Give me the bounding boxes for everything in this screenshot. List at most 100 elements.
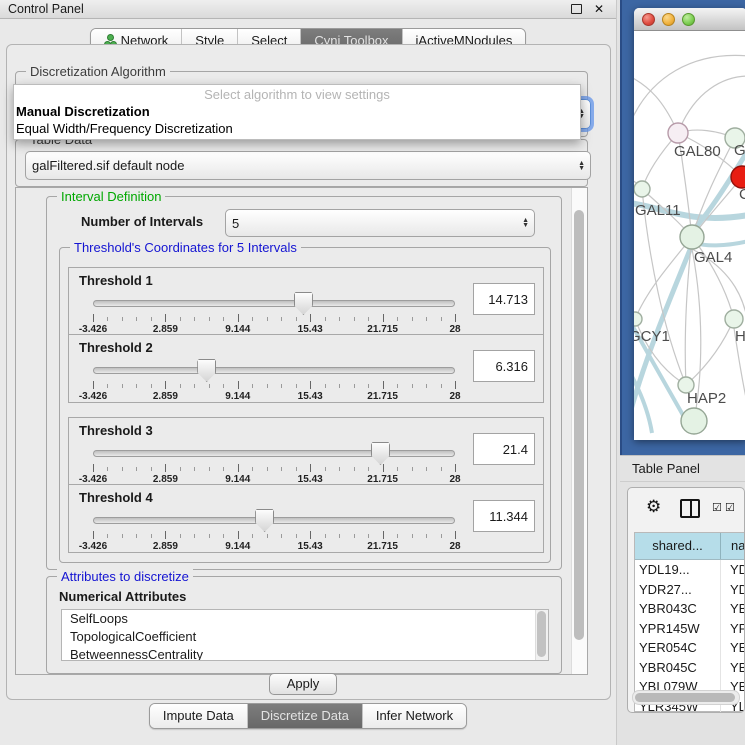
attribute-item-betweennesscentrality[interactable]: BetweennessCentrality: [62, 646, 548, 661]
threshold-slider-1[interactable]: -3.4262.8599.14415.4321.71528: [93, 292, 455, 332]
tick-mark: [252, 467, 253, 471]
tick-mark: [267, 317, 268, 321]
table-row[interactable]: YBR043CYBR0: [635, 599, 745, 619]
tick-mark: [354, 534, 355, 538]
tick-mark: [165, 381, 166, 389]
cell-shared-name: YPR145W: [635, 619, 721, 639]
gear-icon[interactable]: ⚙: [646, 497, 661, 517]
tick-mark: [397, 534, 398, 538]
settings-vertical-scrollbar[interactable]: [571, 188, 587, 674]
columns-icon[interactable]: [680, 499, 700, 518]
threshold-value-field[interactable]: 21.4: [473, 433, 535, 465]
table-row[interactable]: YER054CYER0: [635, 638, 745, 658]
slider-thumb[interactable]: [255, 509, 274, 532]
interval-definition-group-title: Interval Definition: [57, 189, 165, 204]
close-icon[interactable]: ✕: [594, 0, 604, 18]
tab-discretize-data[interactable]: Discretize Data: [248, 704, 363, 728]
table-row[interactable]: YDR27...YDR2: [635, 580, 745, 600]
tick-mark: [194, 467, 195, 471]
tick-mark: [180, 534, 181, 538]
node-label-ga: GA: [734, 142, 745, 159]
minimize-traffic-light-icon[interactable]: [662, 13, 675, 26]
tick-mark: [368, 534, 369, 538]
algorithm-item-manual-discretization[interactable]: Manual Discretization: [14, 103, 580, 120]
slider-thumb[interactable]: [197, 359, 216, 382]
tick-mark: [339, 317, 340, 321]
apply-button[interactable]: Apply: [269, 673, 337, 695]
network-window-titlebar[interactable]: [634, 8, 745, 31]
table-row[interactable]: YDL19...YDL1: [635, 560, 745, 580]
attribute-item-selfloops[interactable]: SelfLoops: [62, 610, 548, 628]
cell-shared-name: YER054C: [635, 638, 721, 658]
network-node-gcy1[interactable]: [634, 312, 642, 326]
threshold-value-field[interactable]: 11.344: [473, 500, 535, 532]
tab-infer-network[interactable]: Infer Network: [363, 704, 466, 728]
table-horizontal-scrollbar[interactable]: [632, 690, 740, 705]
network-node-h-node[interactable]: [725, 310, 743, 328]
network-node-gal4[interactable]: [680, 225, 704, 249]
tick-mark: [383, 314, 384, 322]
threshold-box-3: Threshold 3-3.4262.8599.14415.4321.71528…: [68, 417, 544, 486]
network-node-bottom[interactable]: [681, 408, 707, 434]
tick-mark: [412, 317, 413, 321]
numerical-attributes-list[interactable]: SelfLoopsTopologicalCoefficientBetweenne…: [61, 609, 549, 661]
attribute-item-topologicalcoefficient[interactable]: TopologicalCoefficient: [62, 628, 548, 646]
column-header-name[interactable]: na: [721, 533, 745, 559]
interval-definition-group: Interval Definition Number of Intervals …: [46, 196, 562, 570]
control-panel-title: Control Panel: [8, 0, 84, 18]
tick-mark: [397, 317, 398, 321]
settings-scrollbar-thumb[interactable]: [574, 210, 584, 640]
network-node-gal80[interactable]: [668, 123, 688, 143]
slider-thumb[interactable]: [371, 442, 390, 465]
tick-mark: [281, 317, 282, 321]
number-of-intervals-combobox[interactable]: 5 ▲▼: [225, 209, 535, 237]
threshold-slider-4[interactable]: -3.4262.8599.14415.4321.71528: [93, 509, 455, 549]
algorithm-item-equal-width-frequency-discretization[interactable]: Equal Width/Frequency Discretization: [14, 120, 580, 137]
tick-mark: [310, 314, 311, 322]
attributes-scrollbar[interactable]: [535, 610, 548, 660]
checkbox-icon[interactable]: ☑: [725, 501, 735, 514]
close-traffic-light-icon[interactable]: [642, 13, 655, 26]
tab-impute-data[interactable]: Impute Data: [150, 704, 248, 728]
float-window-icon[interactable]: [571, 4, 582, 14]
tick-label: 28: [431, 541, 479, 552]
tab-label: Impute Data: [163, 704, 234, 728]
tick-mark: [339, 384, 340, 388]
table-row[interactable]: YPR145WYPR1: [635, 619, 745, 639]
threshold-slider-3[interactable]: -3.4262.8599.14415.4321.71528: [93, 442, 455, 482]
table-row[interactable]: YBR045CYBR0: [635, 658, 745, 678]
tick-label: 9.144: [214, 541, 262, 552]
algorithm-dropdown-popup: Select algorithm to view settings Manual…: [13, 84, 581, 140]
tick-mark: [238, 314, 239, 322]
table-data-combobox-value: galFiltered.sif default node: [32, 158, 184, 173]
network-canvas[interactable]: GAL80GACGAL11GAL4GCY1HHAP2: [634, 31, 745, 440]
table-hscrollbar-thumb[interactable]: [635, 693, 735, 702]
tick-mark: [93, 314, 94, 322]
control-panel-titlebar[interactable]: Control Panel ✕: [0, 0, 616, 19]
network-node-gal11[interactable]: [634, 181, 650, 197]
slider-thumb[interactable]: [294, 292, 313, 315]
tick-mark: [151, 384, 152, 388]
network-window[interactable]: GAL80GACGAL11GAL4GCY1HHAP2: [634, 8, 745, 440]
threshold-box-4: Threshold 4-3.4262.8599.14415.4321.71528…: [68, 484, 544, 553]
attributes-scrollbar-thumb[interactable]: [537, 611, 546, 657]
algorithm-placeholder-item[interactable]: Select algorithm to view settings: [14, 85, 580, 103]
threshold-value-field[interactable]: 14.713: [473, 283, 535, 315]
attributes-group-title: Attributes to discretize: [57, 569, 193, 584]
tick-label: 2.859: [141, 541, 189, 552]
checkbox-icon[interactable]: ☑: [712, 501, 722, 514]
slider-track: [93, 367, 455, 374]
attributes-group: Attributes to discretize Numerical Attri…: [46, 576, 562, 674]
threshold-slider-2[interactable]: -3.4262.8599.14415.4321.71528: [93, 359, 455, 399]
cell-shared-name: YBR045C: [635, 658, 721, 678]
threshold-value-field[interactable]: 6.316: [473, 350, 535, 382]
column-header-shared-name[interactable]: shared...: [635, 533, 721, 559]
table-panel-header[interactable]: Table Panel: [620, 455, 745, 482]
tick-mark: [136, 317, 137, 321]
tab-label: Discretize Data: [261, 704, 349, 728]
table-header-row: shared... na: [635, 533, 745, 560]
tick-mark: [296, 467, 297, 471]
zoom-traffic-light-icon[interactable]: [682, 13, 695, 26]
table-data-combobox[interactable]: galFiltered.sif default node ▲▼: [25, 151, 591, 180]
desktop: Control Panel ✕ NetworkStyleSelectCyni T…: [0, 0, 745, 745]
